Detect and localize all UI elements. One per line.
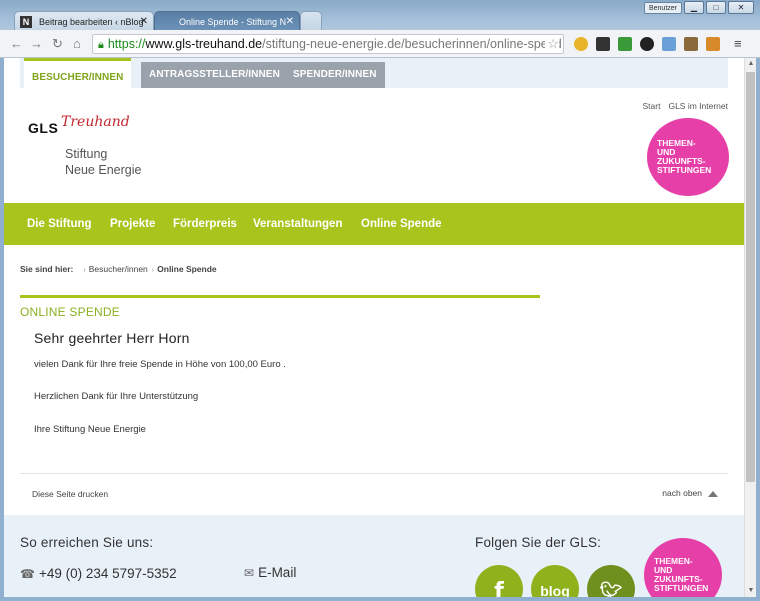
themen-stiftungen-badge[interactable]: Themen- und Zukunfts- stiftungen	[647, 118, 729, 196]
audience-tabs: BESUCHER/INNEN ANTRAGSSTELLER/INNEN SPEN…	[4, 58, 744, 88]
url-scheme: https://	[107, 37, 146, 51]
close-window-button[interactable]: ✕	[728, 1, 754, 14]
envelope-icon: ✉	[244, 566, 255, 580]
nav-projekte[interactable]: Projekte	[110, 203, 155, 245]
tab-label: Beitrag bearbeiten ‹ nBlog	[39, 17, 144, 27]
page-title: ONLINE SPENDE	[20, 305, 120, 319]
extension-gear-icon[interactable]	[574, 37, 588, 51]
nav-die-stiftung[interactable]: Die Stiftung	[27, 203, 92, 245]
back-to-top-label: nach oben	[662, 488, 702, 498]
logo-gls: GLS	[28, 120, 59, 136]
forward-arrow-icon[interactable]: →	[30, 36, 43, 52]
nav-veranstaltungen[interactable]: Veranstaltungen	[253, 203, 342, 245]
breadcrumb-current: Online Spende	[157, 264, 217, 274]
profile-button[interactable]: Benutzer	[643, 2, 682, 14]
breadcrumb-besucherinnen[interactable]: Besucher/innen	[89, 264, 148, 274]
greeting-heading: Sehr geehrter Herr Horn	[34, 330, 190, 346]
blog-icon[interactable]: blog	[531, 565, 579, 597]
page-viewport: BESUCHER/INNEN ANTRAGSSTELLER/INNEN SPEN…	[4, 58, 744, 597]
contact-heading: So erreichen Sie uns:	[20, 535, 154, 550]
tab-antragstellerinnen[interactable]: ANTRAGSSTELLER/INNEN	[141, 62, 288, 88]
tab-strip: N Beitrag bearbeiten ‹ nBlog ✕ Online Sp…	[0, 0, 760, 31]
back-arrow-icon[interactable]: ←	[10, 36, 23, 52]
home-icon[interactable]: ⌂	[73, 36, 81, 52]
divider	[20, 473, 728, 474]
vertical-scrollbar[interactable]: ▲ ▼	[744, 58, 756, 597]
star-icon[interactable]: ☆	[545, 35, 559, 53]
nblog-favicon-icon: N	[20, 16, 32, 28]
browser-tab-nblog[interactable]: N Beitrag bearbeiten ‹ nBlog ✕	[14, 11, 154, 31]
phone-icon: ☎	[20, 567, 35, 581]
tab-spenderinnen[interactable]: SPENDER/INNEN	[285, 62, 385, 88]
eyedropper-icon[interactable]	[684, 37, 698, 51]
url-host: www.gls-treuhand.de	[145, 37, 263, 51]
menu-icon[interactable]: ≡	[734, 36, 742, 52]
scroll-up-icon[interactable]: ▲	[745, 58, 757, 70]
minimize-button[interactable]: ▁	[684, 1, 704, 14]
breadcrumb-lead: Sie sind hier:	[20, 264, 74, 274]
back-to-top-link[interactable]: nach oben	[662, 488, 718, 498]
lock-icon: 🔒︎	[98, 39, 104, 51]
tab-besucherinnen[interactable]: BESUCHER/INNEN	[24, 58, 132, 88]
browser-tab-online-spende[interactable]: Online Spende - Stiftung N ✕	[154, 11, 300, 31]
camera-icon[interactable]	[662, 37, 676, 51]
logo-treuhand: Treuhand	[61, 114, 130, 130]
print-page-link[interactable]: Diese Seite drucken	[32, 489, 108, 499]
chevron-right-icon: ›	[151, 267, 155, 274]
start-link[interactable]: Start	[643, 101, 661, 111]
address-bar[interactable]: 🔒︎ https://www.gls-treuhand.de/stiftung-n…	[92, 34, 564, 54]
window-frame	[0, 597, 760, 601]
badge-line: stiftungen	[654, 583, 709, 593]
facebook-icon[interactable]: f	[475, 565, 523, 597]
phone-label: +49 (0) 234 5797-5352	[38, 566, 177, 581]
chevron-right-icon: ›	[83, 267, 86, 274]
nav-foerderpreis[interactable]: Förderpreis	[173, 203, 237, 245]
scrollbar-thumb[interactable]	[746, 72, 755, 482]
thanks-support-text: Herzlichen Dank für Ihre Unterstützung	[34, 391, 199, 402]
site-logo[interactable]: GLS Treuhand Stiftung Neue Energie	[28, 114, 142, 178]
close-icon[interactable]: ✕	[140, 12, 148, 31]
tab-label: Online Spende - Stiftung N	[179, 17, 287, 27]
browser-toolbar: ← → ↻ ⌂ 🔒︎ https://www.gls-treuhand.de/st…	[0, 30, 760, 58]
section-divider	[20, 295, 540, 298]
reload-icon[interactable]: ↻	[52, 36, 63, 52]
browser-chrome: N Beitrag bearbeiten ‹ nBlog ✕ Online Sp…	[0, 0, 760, 58]
top-links: Start GLS im Internet	[635, 101, 728, 111]
url-path: /stiftung-neue-energie.de/besucherinnen/…	[262, 37, 562, 51]
scroll-down-icon[interactable]: ▼	[745, 585, 757, 597]
breadcrumb: Sie sind hier: › Besucher/innen › Online Spe…	[20, 264, 217, 274]
follow-heading: Folgen Sie der GLS:	[475, 535, 602, 550]
qr-code-icon[interactable]	[596, 37, 610, 51]
logo-stiftung: Stiftung	[65, 147, 108, 161]
signature-text: Ihre Stiftung Neue Energie	[34, 424, 146, 435]
close-icon[interactable]: ✕	[286, 12, 294, 31]
maximize-button[interactable]: □	[706, 1, 726, 14]
main-navigation: Die Stiftung Projekte Förderpreis Verans…	[4, 203, 744, 245]
page-footer: So erreichen Sie uns: ☎ +49 (0) 234 5797-…	[4, 515, 744, 597]
window-frame	[756, 58, 760, 601]
new-tab-button[interactable]	[300, 11, 322, 31]
extension-circle-icon[interactable]	[640, 37, 654, 51]
window-controls: Benutzer ▁ □ ✕	[643, 0, 754, 16]
arrow-up-icon	[708, 490, 718, 497]
twitter-icon[interactable]: 🐦︎	[587, 565, 635, 597]
extension-grid-icon[interactable]	[618, 37, 632, 51]
phone-number[interactable]: ☎ +49 (0) 234 5797-5352	[20, 566, 177, 581]
logo-neue-energie: Neue Energie	[65, 163, 142, 177]
nav-online-spende[interactable]: Online Spende	[361, 203, 442, 245]
badge-line: stiftungen	[657, 165, 712, 175]
gls-im-internet-link[interactable]: GLS im Internet	[668, 101, 728, 111]
email-link[interactable]: ✉ E-Mail	[244, 565, 296, 580]
email-label: E-Mail	[258, 565, 297, 580]
extension-flag-icon[interactable]	[706, 37, 720, 51]
thank-you-text: vielen Dank für Ihre freie Spende in Höh…	[34, 359, 286, 370]
